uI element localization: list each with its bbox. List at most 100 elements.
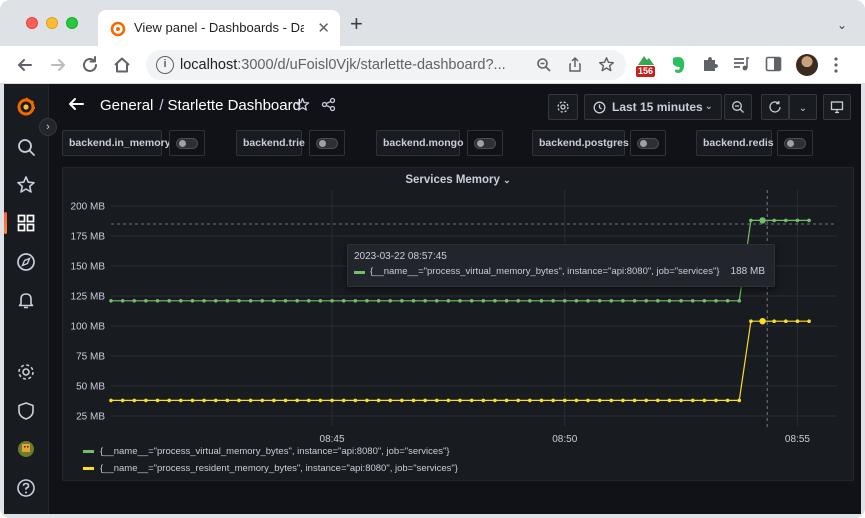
toggle-switch[interactable] <box>316 138 338 149</box>
share-dashboard-icon[interactable] <box>321 97 336 112</box>
variable-toggle-redis[interactable] <box>777 130 813 156</box>
configuration-gear-icon[interactable] <box>15 361 37 383</box>
maximize-window-button[interactable] <box>66 17 78 29</box>
forward-icon[interactable] <box>47 54 69 76</box>
clock-icon <box>593 101 606 114</box>
zoom-out-time-button[interactable] <box>724 94 752 120</box>
resident-memory-point <box>388 398 393 403</box>
toggle-switch[interactable] <box>784 138 806 149</box>
tooltip-value: 188 MB <box>730 266 765 277</box>
media-controls-icon[interactable] <box>732 56 750 72</box>
browser-menu-icon[interactable] <box>833 56 839 74</box>
dashboard-settings-button[interactable] <box>548 94 578 120</box>
toggle-switch[interactable] <box>176 138 198 149</box>
url-text[interactable]: localhost:3000/d/uFoisl0Vjk/starlette-da… <box>180 57 506 73</box>
virtual-memory-point <box>586 299 590 303</box>
resident-memory-line <box>111 320 810 401</box>
resident-memory-point <box>179 398 183 403</box>
extensions-puzzle-icon[interactable] <box>701 55 719 73</box>
search-icon[interactable] <box>15 136 37 158</box>
close-window-button[interactable] <box>26 17 38 29</box>
variable-toggle-trie[interactable] <box>309 130 345 156</box>
evernote-icon[interactable] <box>669 55 687 75</box>
virtual-memory-point <box>644 299 648 303</box>
virtual-memory-point <box>667 299 672 303</box>
resident-memory-point <box>597 398 602 403</box>
memory-timeseries-chart[interactable]: 200 MB 175 MB 150 MB 125 MB 100 MB 75 MB 50 MB… <box>63 168 855 482</box>
resident-memory-point <box>632 398 637 403</box>
resident-memory-point <box>504 398 509 403</box>
alerting-bell-icon[interactable] <box>15 289 37 311</box>
y-tick-label: 150 MB <box>71 262 106 273</box>
back-icon[interactable] <box>14 54 36 76</box>
virtual-memory-point <box>341 299 346 303</box>
y-tick-label: 25 MB <box>76 412 105 423</box>
address-bar[interactable]: i localhost:3000/d/uFoisl0Vjk/starlette-… <box>146 50 626 80</box>
y-tick-label: 200 MB <box>71 202 106 213</box>
virtual-memory-point <box>330 299 334 303</box>
legend-label: {__name__="process_resident_memory_bytes… <box>100 463 458 474</box>
virtual-memory-point <box>784 218 788 223</box>
virtual-memory-point <box>749 218 753 223</box>
resident-memory-point <box>295 398 299 403</box>
home-icon[interactable] <box>111 54 133 76</box>
virtual-memory-point <box>132 299 137 303</box>
zoom-icon[interactable] <box>536 57 552 73</box>
breadcrumb-folder[interactable]: General <box>100 97 153 114</box>
resident-memory-point <box>155 398 160 403</box>
x-axis-ticks: 08:45 08:50 08:55 <box>320 434 811 445</box>
variable-toggle-postgres[interactable] <box>630 130 666 156</box>
resident-memory-point <box>423 398 427 403</box>
resident-memory-point <box>283 398 288 403</box>
profile-avatar[interactable] <box>796 54 818 76</box>
virtual-memory-point <box>632 299 637 303</box>
user-avatar-icon[interactable] <box>15 438 37 460</box>
variable-toggle-in-memory[interactable] <box>169 130 205 156</box>
variable-toggle-mongo[interactable] <box>467 130 503 156</box>
browser-tab-active[interactable]: View panel - Dashboards - Das ✕ <box>98 10 340 46</box>
minimize-window-button[interactable] <box>46 17 58 29</box>
mark-favorite-star-icon[interactable] <box>295 97 310 112</box>
starred-icon[interactable] <box>15 174 37 196</box>
chart-tooltip: 2023-03-22 08:57:45 {__name__="process_v… <box>347 244 775 287</box>
grafana-logo-icon[interactable] <box>15 96 37 118</box>
legend-item-resident-memory[interactable]: {__name__="process_resident_memory_bytes… <box>83 463 458 477</box>
resident-memory-point <box>341 398 346 403</box>
resident-memory-point <box>784 319 788 323</box>
server-admin-shield-icon[interactable] <box>15 400 37 422</box>
toggle-switch[interactable] <box>474 138 496 149</box>
resident-memory-point <box>469 398 474 403</box>
dashboards-icon[interactable] <box>15 212 37 234</box>
refresh-interval-dropdown[interactable]: ⌄ <box>789 94 817 120</box>
active-indicator <box>4 212 7 234</box>
toggle-switch[interactable] <box>637 138 659 149</box>
virtual-memory-point <box>295 299 299 303</box>
side-panel-icon[interactable] <box>765 56 782 72</box>
help-icon[interactable] <box>15 477 37 499</box>
mountain-extension-icon[interactable] <box>637 52 655 66</box>
breadcrumb-dashboard-title[interactable]: Starlette Dashboard <box>168 97 301 114</box>
virtual-memory-point <box>759 217 766 224</box>
services-memory-panel: Services Memory ⌄ 200 MB 175 MB 150 MB 125 … <box>62 167 854 481</box>
reload-icon[interactable] <box>79 54 101 76</box>
kiosk-mode-button[interactable] <box>823 94 851 120</box>
virtual-memory-point <box>528 299 532 303</box>
tab-search-chevron-icon[interactable]: ⌄ <box>837 18 847 32</box>
virtual-memory-point <box>574 299 579 303</box>
explore-compass-icon[interactable] <box>15 251 37 273</box>
new-tab-button[interactable]: + <box>350 13 363 35</box>
legend-item-virtual-memory[interactable]: {__name__="process_virtual_memory_bytes"… <box>83 446 450 460</box>
back-to-dashboard-icon[interactable] <box>67 95 85 113</box>
site-info-icon[interactable]: i <box>156 56 174 74</box>
tooltip-time: 2023-03-22 08:57:45 <box>354 251 447 262</box>
tab-strip: View panel - Dashboards - Das ✕ + ⌄ <box>0 0 865 46</box>
variable-label-redis: backend.redis <box>696 130 774 156</box>
resident-memory-point <box>644 398 648 403</box>
tab-close-icon[interactable]: ✕ <box>317 19 330 37</box>
refresh-button[interactable] <box>761 94 789 120</box>
bookmark-star-icon[interactable] <box>598 56 615 73</box>
share-page-icon[interactable] <box>567 56 583 73</box>
virtual-memory-point <box>109 299 113 303</box>
time-range-picker[interactable]: Last 15 minutes ⌄ <box>584 94 722 120</box>
url-host: localhost <box>180 57 238 73</box>
